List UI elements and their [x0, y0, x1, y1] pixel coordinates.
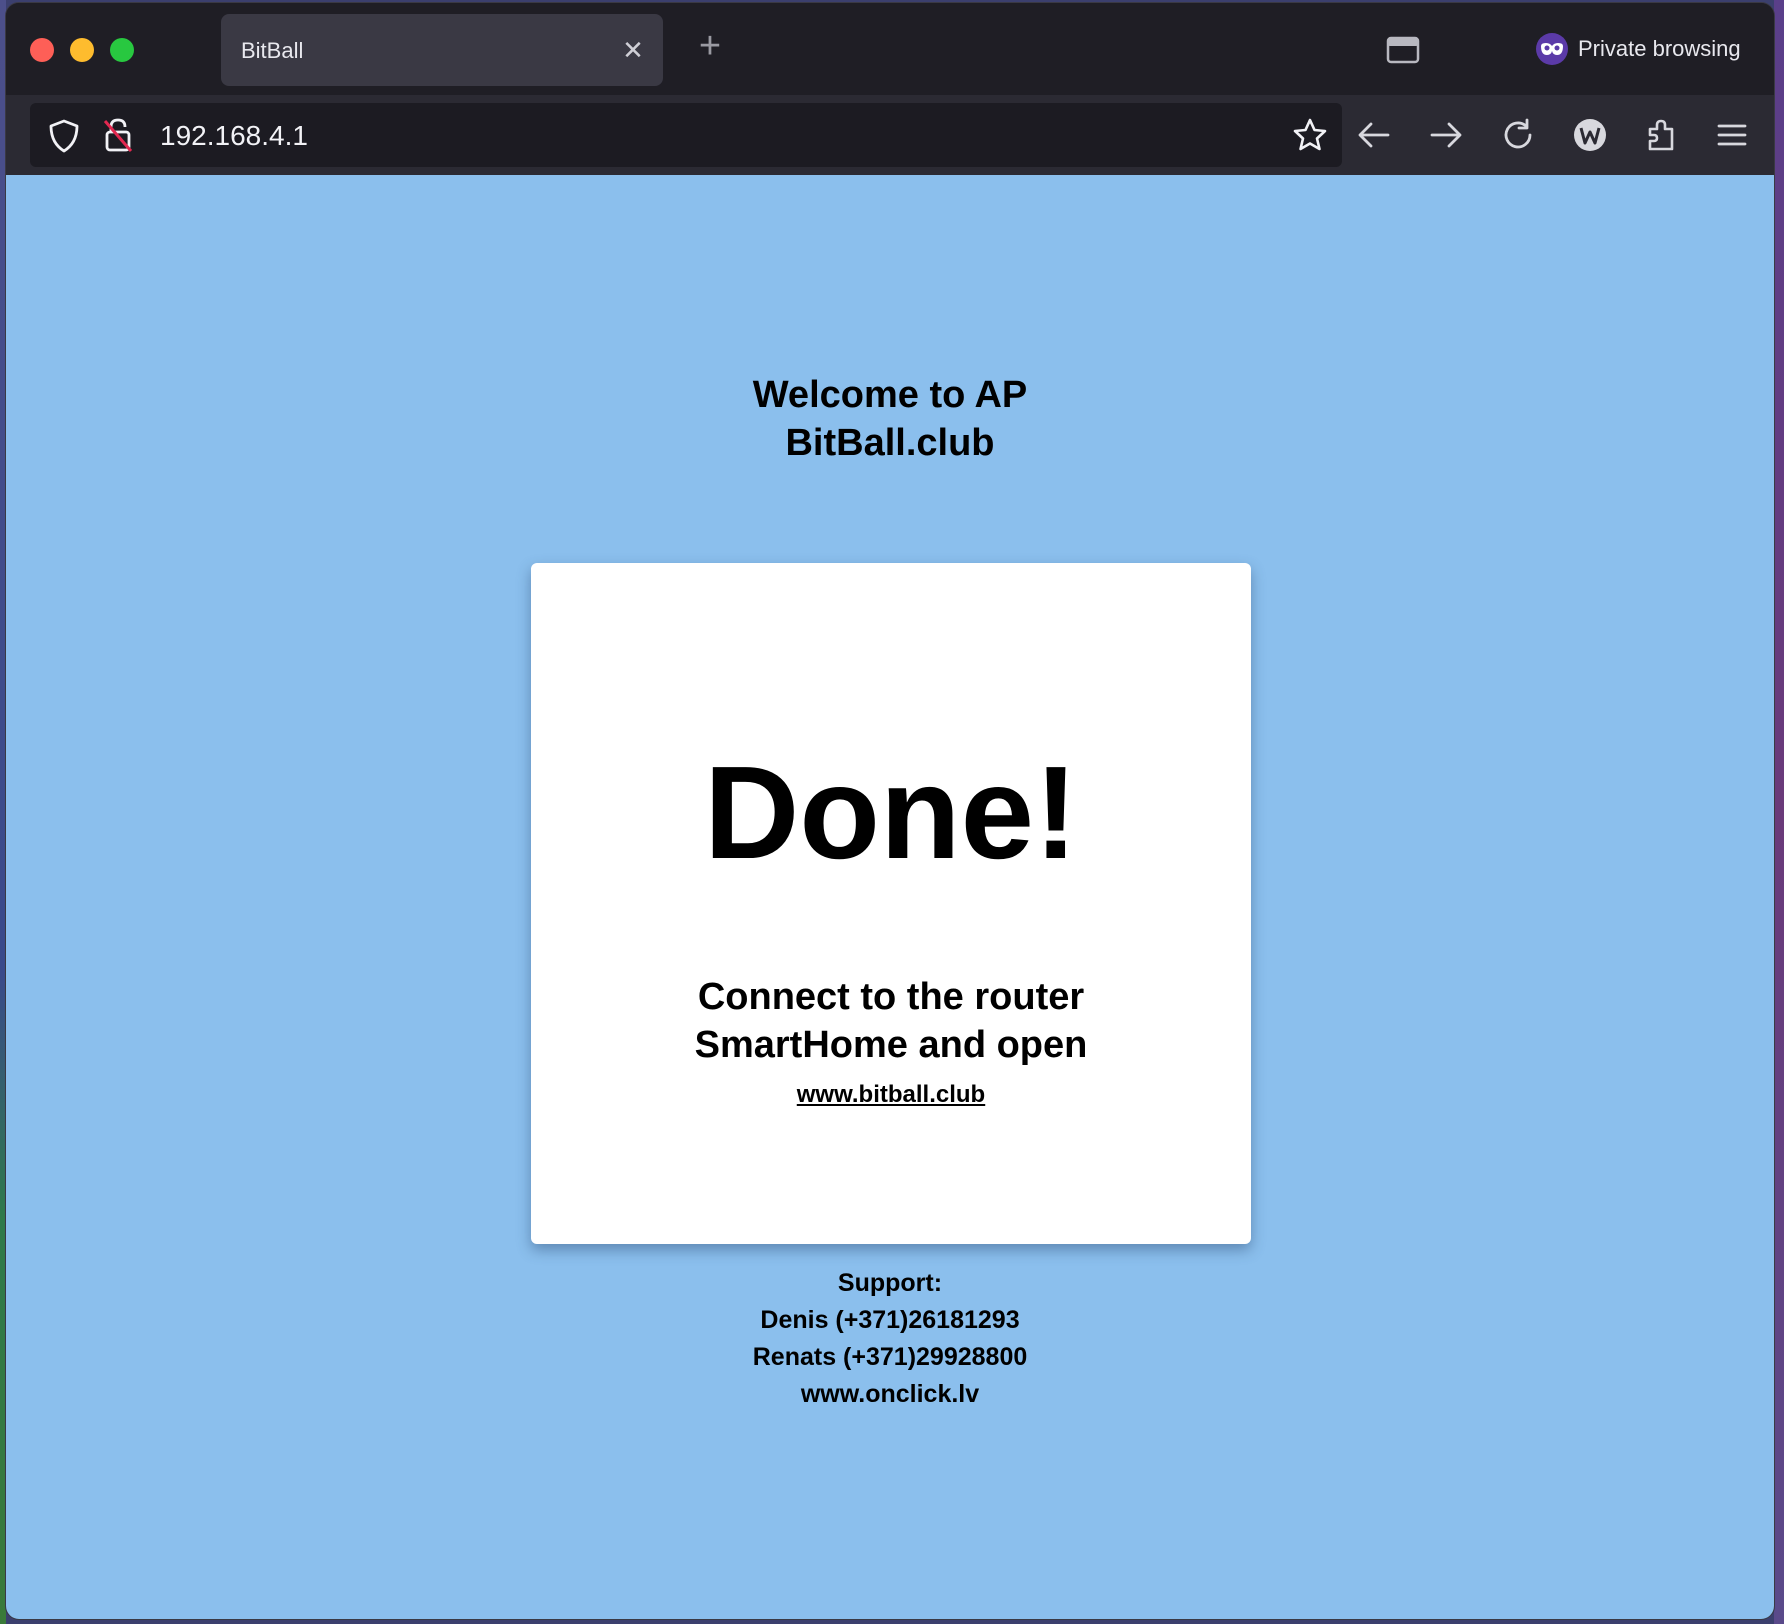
menu-icon[interactable]: [1714, 117, 1750, 153]
extensions-icon[interactable]: [1644, 117, 1680, 153]
page-title: Welcome to AP BitBall.club: [6, 371, 1774, 467]
support-contact-renats: Renats (+371)29928800: [752, 1343, 1028, 1371]
support-contact-denis: Denis (+371)26181293: [760, 1306, 1020, 1334]
page-content: Welcome to AP BitBall.club Done! Connect…: [6, 175, 1774, 1619]
bookmark-star-icon[interactable]: [1292, 117, 1328, 153]
done-heading: Done!: [704, 739, 1078, 886]
private-mask-icon: [1536, 33, 1568, 65]
browser-window: BitBall ✕ + Private browsing 192.168.4.1…: [5, 2, 1775, 1620]
connect-instructions: Connect to the router SmartHome and open: [531, 973, 1251, 1069]
status-card: Done! Connect to the router SmartHome an…: [531, 563, 1251, 1244]
tab-strip: BitBall ✕ + Private browsing: [6, 3, 1774, 95]
account-icon[interactable]: [1572, 117, 1608, 153]
welcome-line-1: Welcome to AP: [752, 374, 1028, 416]
support-title: Support:: [837, 1269, 943, 1297]
navigation-toolbar: 192.168.4.1: [6, 95, 1774, 175]
tab-title: BitBall: [241, 38, 304, 63]
reload-icon[interactable]: [1500, 117, 1536, 153]
close-icon[interactable]: ✕: [619, 36, 647, 64]
support-website: www.onclick.lv: [800, 1380, 980, 1408]
forward-icon[interactable]: [1428, 117, 1464, 153]
url-bar[interactable]: 192.168.4.1: [30, 103, 1342, 167]
window-close-button[interactable]: [30, 38, 54, 62]
welcome-line-2: BitBall.club: [785, 422, 995, 464]
desktop-background-right: [1774, 0, 1784, 1624]
support-info: Support: Denis (+371)26181293 Renats (+3…: [6, 1265, 1774, 1413]
connect-line-1: Connect to the router: [697, 976, 1085, 1018]
window-maximize-button[interactable]: [110, 38, 134, 62]
tab-manager-icon[interactable]: [1386, 35, 1420, 65]
tab-bitball[interactable]: BitBall ✕: [221, 14, 663, 86]
shield-icon[interactable]: [48, 119, 80, 153]
connect-line-2: SmartHome and open: [694, 1024, 1088, 1066]
window-minimize-button[interactable]: [70, 38, 94, 62]
url-text[interactable]: 192.168.4.1: [160, 120, 308, 152]
private-browsing-label: Private browsing: [1578, 36, 1741, 61]
insecure-lock-icon[interactable]: [102, 117, 134, 153]
private-browsing-indicator: Private browsing: [1536, 31, 1741, 67]
new-tab-button[interactable]: +: [693, 27, 727, 65]
bitball-link[interactable]: www.bitball.club: [531, 1081, 1251, 1109]
back-icon[interactable]: [1356, 117, 1392, 153]
